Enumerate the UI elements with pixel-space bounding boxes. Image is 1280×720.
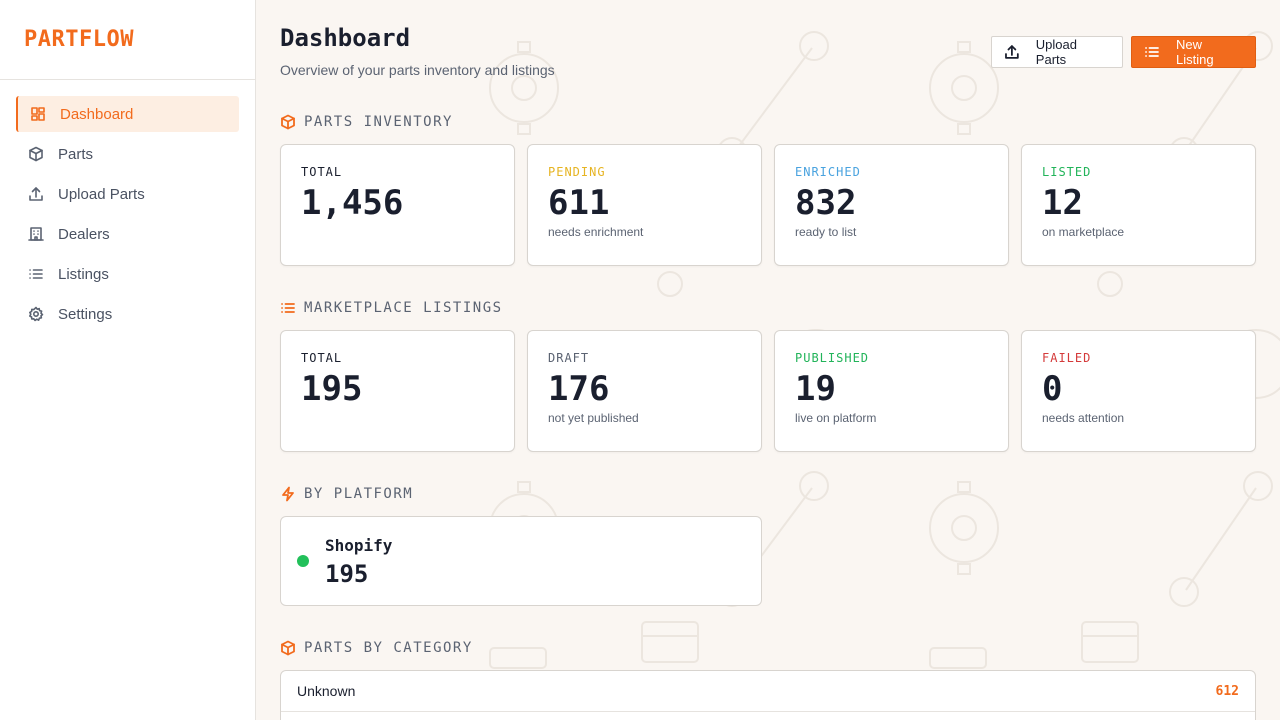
platform-count: 195 (325, 560, 369, 588)
card-label: LISTED (1042, 165, 1092, 179)
section-title-label: BY PLATFORM (304, 486, 414, 502)
list-icon (28, 266, 44, 282)
card-value: 12 (1042, 183, 1083, 223)
sidebar-item-label: Dealers (58, 225, 110, 243)
sidebar-item-label: Upload Parts (58, 185, 145, 203)
listing-cards: TOTAL 195 DRAFT 176 not yet published PU… (280, 330, 1256, 452)
table-row[interactable]: Unknown 612 (281, 671, 1255, 712)
list-icon (281, 303, 295, 313)
stat-card-inventory-pending[interactable]: PENDING 611 needs enrichment (527, 144, 762, 266)
card-label: FAILED (1042, 351, 1092, 365)
card-label: TOTAL (301, 165, 343, 179)
card-value: 611 (548, 183, 610, 223)
card-value: 832 (795, 183, 857, 223)
section-title-label: PARTS BY CATEGORY (304, 640, 473, 656)
stat-card-listings-draft[interactable]: DRAFT 176 not yet published (527, 330, 762, 452)
section-marketplace-listings: MARKETPLACE LISTINGS (280, 300, 503, 316)
box-icon (281, 114, 295, 130)
brand-logo[interactable]: PARTFLOW (24, 27, 134, 52)
brand: PARTFLOW (0, 0, 255, 80)
card-value: 0 (1042, 369, 1063, 409)
category-name: Unknown (297, 683, 356, 699)
platform-name: Shopify (325, 536, 393, 555)
main-content: Dashboard Overview of your parts invento… (256, 0, 1280, 720)
new-listing-label: New Listing (1175, 37, 1214, 67)
list-icon (1145, 47, 1159, 57)
sidebar-nav: Dashboard Parts Upload Parts Dealers Lis… (0, 80, 255, 352)
stat-card-inventory-listed[interactable]: LISTED 12 on marketplace (1021, 144, 1256, 266)
stat-card-inventory-total[interactable]: TOTAL 1,456 (280, 144, 515, 266)
upload-parts-label: Upload Parts (1035, 37, 1077, 67)
building-icon (28, 226, 44, 242)
header-actions: Upload Parts New Listing (991, 36, 1256, 68)
stat-card-listings-total[interactable]: TOTAL 195 (280, 330, 515, 452)
card-subtext: not yet published (548, 411, 639, 425)
dashboard-icon (30, 106, 46, 122)
sidebar-item-dashboard[interactable]: Dashboard (16, 96, 239, 132)
stat-card-listings-failed[interactable]: FAILED 0 needs attention (1021, 330, 1256, 452)
status-dot-icon (297, 555, 309, 567)
sidebar-item-label: Dashboard (60, 105, 134, 123)
box-icon (281, 640, 295, 656)
box-icon (28, 146, 44, 162)
section-parts-by-category: PARTS BY CATEGORY (280, 640, 473, 656)
upload-icon (1005, 45, 1019, 59)
card-subtext: needs enrichment (548, 225, 644, 239)
category-table: Unknown 612 (280, 670, 1256, 720)
sidebar-item-listings[interactable]: Listings (16, 256, 239, 292)
sidebar-item-label: Settings (58, 305, 113, 323)
sidebar-item-settings[interactable]: Settings (16, 296, 239, 332)
card-subtext: on marketplace (1042, 225, 1125, 239)
sidebar: PARTFLOW Dashboard Parts Upload Parts De… (0, 0, 256, 720)
sidebar-item-upload-parts[interactable]: Upload Parts (16, 176, 239, 212)
gear-icon (28, 306, 44, 322)
sidebar-item-dealers[interactable]: Dealers (16, 216, 239, 252)
sidebar-item-label: Listings (58, 265, 109, 283)
card-subtext: live on platform (795, 411, 877, 425)
platform-card-shopify[interactable]: Shopify 195 (280, 516, 762, 606)
stat-card-listings-published[interactable]: PUBLISHED 19 live on platform (774, 330, 1009, 452)
section-parts-inventory: PARTS INVENTORY (280, 114, 453, 130)
upload-icon (28, 186, 44, 202)
card-value: 19 (795, 369, 836, 409)
card-subtext: needs attention (1042, 411, 1125, 425)
card-value: 195 (301, 369, 363, 409)
lightning-icon (282, 486, 294, 502)
card-label: PENDING (548, 165, 606, 179)
card-label: ENRICHED (795, 165, 861, 179)
card-label: TOTAL (301, 351, 343, 365)
category-count: 612 (1215, 683, 1239, 699)
section-title-label: PARTS INVENTORY (304, 114, 453, 130)
sidebar-item-label: Parts (58, 145, 94, 163)
card-subtext: ready to list (795, 225, 857, 239)
stat-card-inventory-enriched[interactable]: ENRICHED 832 ready to list (774, 144, 1009, 266)
page-header: Dashboard Overview of your parts invento… (280, 24, 1256, 84)
card-label: PUBLISHED (795, 351, 870, 365)
card-value: 1,456 (301, 183, 404, 223)
sidebar-item-parts[interactable]: Parts (16, 136, 239, 172)
new-listing-button[interactable]: New Listing (1131, 36, 1256, 68)
section-title-label: MARKETPLACE LISTINGS (304, 300, 503, 316)
card-label: DRAFT (548, 351, 590, 365)
section-by-platform: BY PLATFORM (280, 486, 413, 502)
upload-parts-button[interactable]: Upload Parts (991, 36, 1123, 68)
card-value: 176 (548, 369, 610, 409)
inventory-cards: TOTAL 1,456 PENDING 611 needs enrichment… (280, 144, 1256, 266)
